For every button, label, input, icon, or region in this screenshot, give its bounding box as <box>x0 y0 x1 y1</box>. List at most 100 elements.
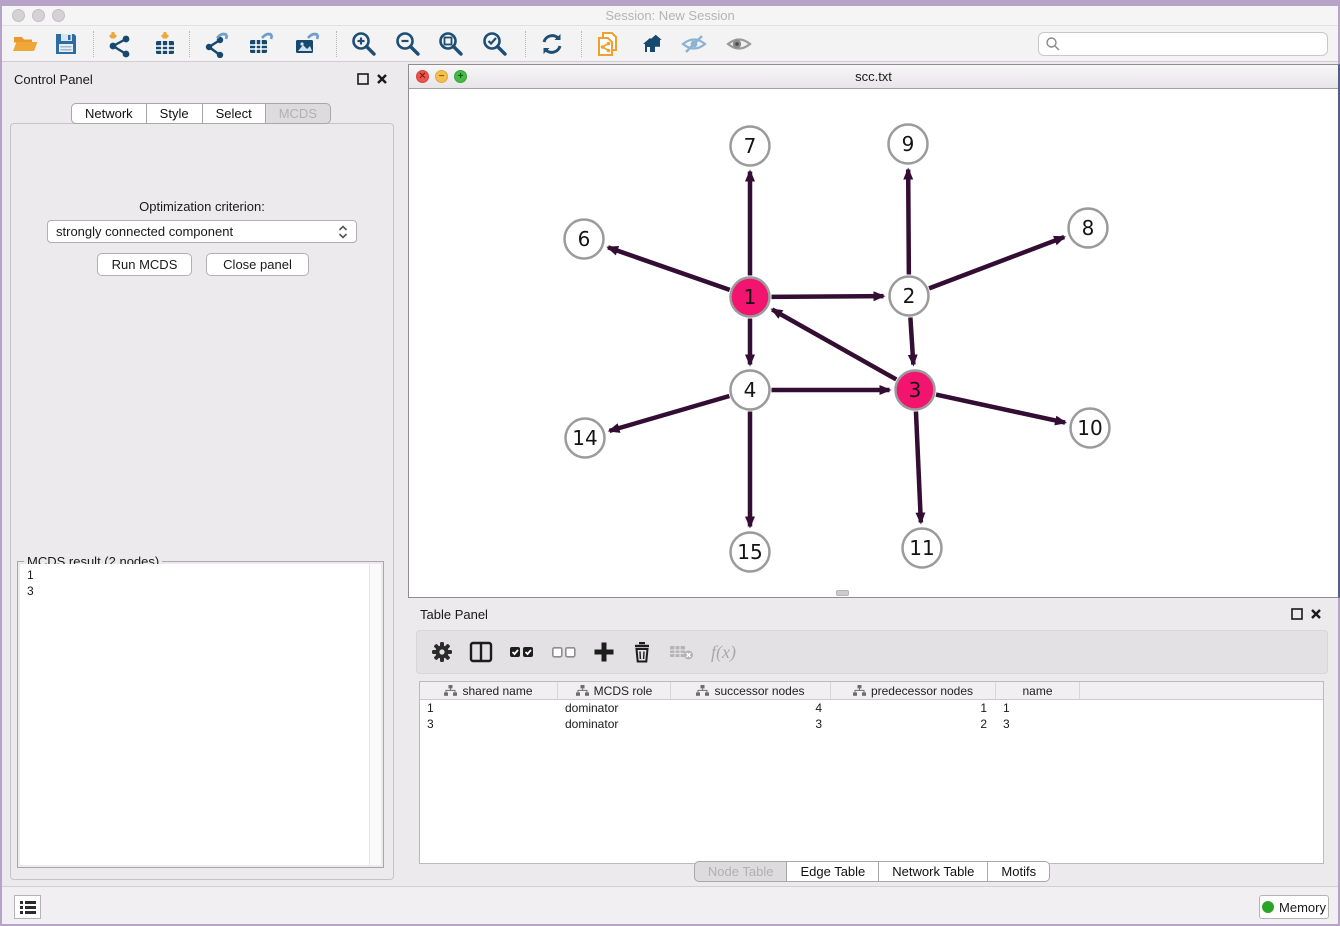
column-header-predecessor-nodes[interactable]: predecessor nodes <box>831 682 996 699</box>
table-row[interactable]: 1dominator411 <box>420 700 1323 716</box>
task-history-button[interactable] <box>14 895 41 919</box>
status-bar: Memory <box>2 886 1338 924</box>
memory-status-icon <box>1262 901 1274 913</box>
graph-node-4[interactable]: 4 <box>731 371 770 410</box>
zoom-in-icon[interactable] <box>349 29 379 59</box>
graph-node-9[interactable]: 9 <box>889 125 928 164</box>
zoom-out-icon[interactable] <box>393 29 423 59</box>
table-cell[interactable]: 1 <box>996 700 1080 716</box>
graph-node-6[interactable]: 6 <box>565 220 604 259</box>
search-input[interactable] <box>1038 32 1328 56</box>
graph-node-1[interactable]: 1 <box>731 278 770 317</box>
tab-style[interactable]: Style <box>147 103 203 124</box>
canvas-hscroll-thumb[interactable] <box>836 590 849 596</box>
toolbar-separator <box>93 31 94 57</box>
graph-node-7[interactable]: 7 <box>731 127 770 166</box>
column-header-name[interactable]: name <box>996 682 1080 699</box>
graph-node-15[interactable]: 15 <box>731 533 770 572</box>
network-view-frame: ✕ − + scc.txt 7 9 6 8 1 2 4 3 14 10 15 11 <box>408 64 1340 598</box>
graph-edge-2-9[interactable] <box>908 169 909 274</box>
column-header-shared-name[interactable]: shared name <box>420 682 558 699</box>
graph-edge-3-10[interactable] <box>936 395 1065 423</box>
hide-selected-eye-icon[interactable] <box>679 29 709 59</box>
function-builder-icon: f(x) <box>711 642 736 663</box>
table-tab-network-table[interactable]: Network Table <box>879 861 988 882</box>
shared-column-icon <box>576 685 589 696</box>
close-panel-icon[interactable] <box>376 73 388 85</box>
export-table-icon[interactable] <box>246 29 276 59</box>
tab-network[interactable]: Network <box>71 103 147 124</box>
graph-node-8[interactable]: 8 <box>1069 209 1108 248</box>
import-network-icon[interactable] <box>104 29 134 59</box>
table-cell[interactable]: 3 <box>420 716 558 732</box>
graph-edge-2-8[interactable] <box>929 237 1064 288</box>
memory-button[interactable]: Memory <box>1259 895 1329 919</box>
float-panel-icon[interactable] <box>357 73 369 85</box>
svg-text:9: 9 <box>902 132 915 156</box>
column-header-successor-nodes[interactable]: successor nodes <box>671 682 831 699</box>
tab-mcds[interactable]: MCDS <box>266 103 331 124</box>
table-cell[interactable]: 4 <box>671 700 831 716</box>
show-columns-icon[interactable] <box>469 641 493 663</box>
save-session-icon[interactable] <box>51 29 81 59</box>
show-all-eye-icon[interactable] <box>724 29 754 59</box>
shared-column-icon <box>696 685 709 696</box>
result-scrollbar[interactable] <box>369 564 381 865</box>
graph-edge-2-3[interactable] <box>910 317 913 364</box>
add-column-icon[interactable] <box>593 641 615 663</box>
export-network-icon[interactable] <box>202 29 232 59</box>
network-graph[interactable]: 7 9 6 8 1 2 4 3 14 10 15 11 <box>409 89 1339 597</box>
table-cell[interactable]: 1 <box>831 700 996 716</box>
column-label: name <box>1022 684 1052 698</box>
run-mcds-button[interactable]: Run MCDS <box>97 253 192 276</box>
table-tab-edge-table[interactable]: Edge Table <box>787 861 879 882</box>
table-row[interactable]: 3dominator323 <box>420 716 1323 732</box>
zoom-fit-icon[interactable] <box>436 29 466 59</box>
zoom-selected-icon[interactable] <box>480 29 510 59</box>
table-cell[interactable]: 1 <box>420 700 558 716</box>
close-panel-button[interactable]: Close panel <box>206 253 309 276</box>
table-cell[interactable]: dominator <box>558 700 671 716</box>
network-graph-canvas[interactable]: 7 9 6 8 1 2 4 3 14 10 15 11 <box>409 89 1338 597</box>
table-cell[interactable]: 3 <box>671 716 831 732</box>
table-panel-tabs: Node TableEdge TableNetwork TableMotifs <box>408 861 1336 882</box>
svg-text:1: 1 <box>744 285 757 309</box>
graph-node-14[interactable]: 14 <box>566 419 605 458</box>
deselect-all-icon[interactable] <box>551 641 577 663</box>
close-table-panel-icon[interactable] <box>1310 608 1322 620</box>
settings-gear-icon[interactable] <box>431 641 453 663</box>
mcds-result-text[interactable]: 13 <box>20 564 381 865</box>
svg-text:7: 7 <box>744 134 757 158</box>
table-cell[interactable]: 3 <box>996 716 1080 732</box>
graph-node-2[interactable]: 2 <box>890 277 929 316</box>
table-tab-node-table[interactable]: Node Table <box>694 861 788 882</box>
table-tab-motifs[interactable]: Motifs <box>988 861 1050 882</box>
tab-select[interactable]: Select <box>203 103 266 124</box>
graph-edge-1-2[interactable] <box>771 296 883 297</box>
delete-column-icon[interactable] <box>631 641 653 663</box>
import-table-icon[interactable] <box>150 29 180 59</box>
graph-edge-4-14[interactable] <box>609 396 729 431</box>
graph-edge-3-1[interactable] <box>772 310 896 380</box>
node-table: shared name MCDS role successor nodesprede… <box>419 681 1324 864</box>
float-table-panel-icon[interactable] <box>1291 608 1303 620</box>
graph-edge-3-11[interactable] <box>916 411 921 522</box>
refresh-icon[interactable] <box>537 29 567 59</box>
criterion-dropdown[interactable]: strongly connected component <box>47 220 357 243</box>
copy-network-icon[interactable] <box>593 29 623 59</box>
graph-edge-1-6[interactable] <box>608 247 730 289</box>
select-all-icon[interactable] <box>509 641 535 663</box>
open-folder-icon[interactable] <box>10 29 40 59</box>
graph-node-10[interactable]: 10 <box>1071 409 1110 448</box>
export-image-icon[interactable] <box>292 29 322 59</box>
home-layout-icon[interactable] <box>635 29 665 59</box>
graph-node-3[interactable]: 3 <box>896 371 935 410</box>
window-titlebar: Session: New Session <box>2 6 1338 26</box>
column-label: MCDS role <box>594 684 653 698</box>
column-header-MCDS-role[interactable]: MCDS role <box>558 682 671 699</box>
table-cell[interactable]: dominator <box>558 716 671 732</box>
network-frame-titlebar[interactable]: ✕ − + scc.txt <box>409 65 1338 89</box>
shared-column-icon <box>853 685 866 696</box>
graph-node-11[interactable]: 11 <box>903 529 942 568</box>
table-cell[interactable]: 2 <box>831 716 996 732</box>
